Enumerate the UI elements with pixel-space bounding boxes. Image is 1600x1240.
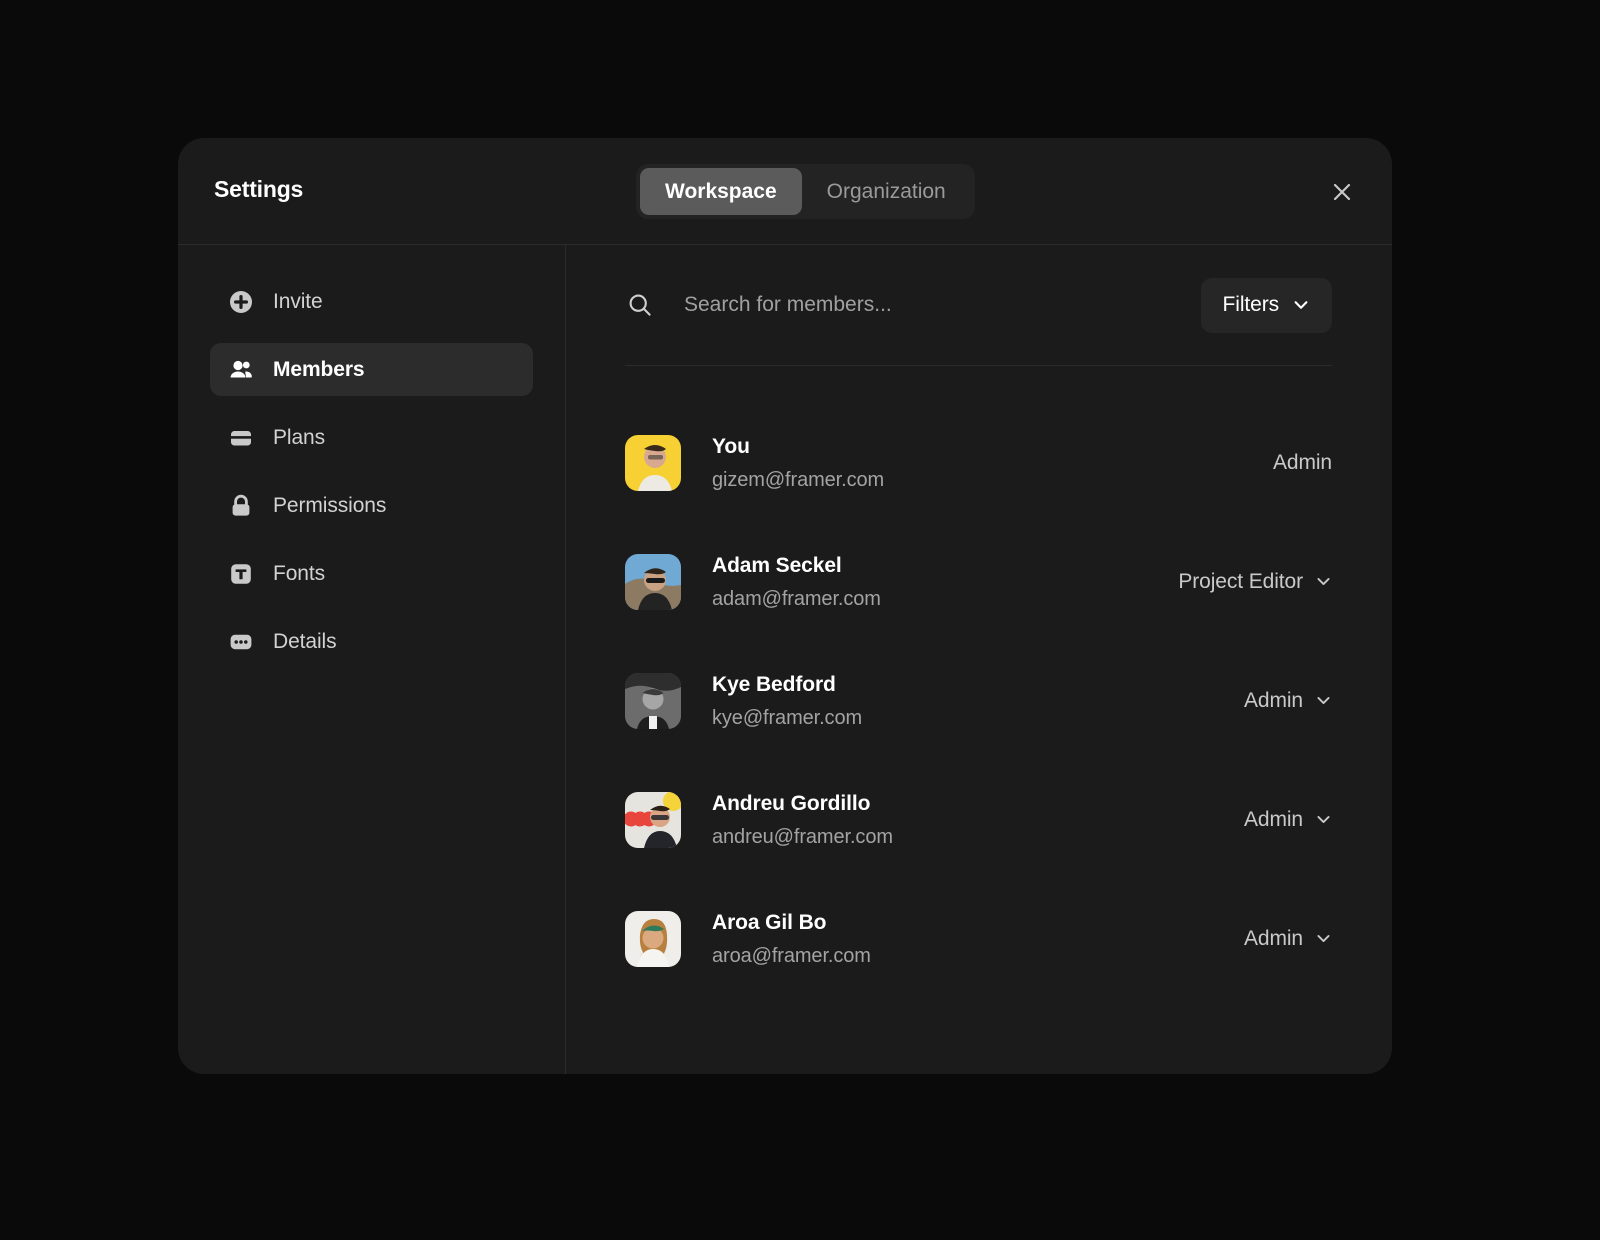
search-input[interactable] [684, 285, 1201, 325]
member-email: kye@framer.com [712, 706, 863, 729]
sidebar-item-plans[interactable]: Plans [210, 411, 533, 464]
role-label: Admin [1272, 450, 1332, 474]
member-info: You gizem@framer.com [712, 436, 1273, 490]
table-row[interactable]: You gizem@framer.com Admin [625, 403, 1332, 522]
fonts-icon [227, 560, 255, 588]
sidebar-item-label: Permissions [273, 493, 387, 517]
sidebar-item-label: Plans [273, 425, 326, 449]
role-dropdown[interactable]: Admin [1244, 808, 1332, 832]
settings-modal: Settings Workspace Organization Invite M… [178, 138, 1392, 1074]
sidebar-item-label: Details [273, 629, 337, 653]
sidebar-item-permissions[interactable]: Permissions [210, 479, 533, 532]
role-label: Admin [1243, 926, 1303, 950]
sidebar-item-label: Fonts [273, 561, 326, 585]
filters-label: Filters [1222, 293, 1280, 316]
role-value: Admin [1273, 451, 1332, 475]
sidebar-item-details[interactable]: Details [210, 615, 533, 668]
member-info: Kye Bedford kye@framer.com [712, 674, 1244, 728]
role-dropdown[interactable]: Project Editor [1178, 570, 1332, 594]
page-title: Settings [214, 176, 304, 202]
table-row[interactable]: Kye Bedford kye@framer.com Admin [625, 641, 1332, 760]
lock-icon [227, 492, 255, 520]
member-name: Aroa Gil Bo [712, 910, 827, 934]
sidebar-item-fonts[interactable]: Fonts [210, 547, 533, 600]
role-label: Admin [1243, 807, 1303, 831]
tab-workspace[interactable]: Workspace [640, 168, 802, 215]
table-row[interactable]: Andreu Gordillo andreu@framer.com Admin [625, 760, 1332, 879]
role-label: Project Editor [1178, 569, 1303, 593]
plus-circle-icon [227, 288, 255, 316]
member-email: adam@framer.com [712, 587, 881, 610]
search-row: Filters [625, 245, 1332, 366]
member-name: You [712, 434, 750, 458]
member-email: andreu@framer.com [712, 825, 893, 848]
modal-header: Settings Workspace Organization [178, 138, 1392, 245]
role-dropdown[interactable]: Admin [1244, 927, 1332, 951]
member-email: aroa@framer.com [712, 944, 871, 967]
chevron-down-icon [1292, 296, 1310, 314]
member-info: Adam Seckel adam@framer.com [712, 555, 1178, 609]
filters-button[interactable]: Filters [1200, 277, 1332, 333]
modal-body: Invite Members Plans Permissions Fonts D… [178, 245, 1392, 1074]
member-list: You gizem@framer.com Admin Adam Seckel a… [625, 366, 1332, 998]
sidebar-item-members[interactable]: Members [210, 343, 533, 396]
avatar [625, 553, 681, 610]
table-row[interactable]: Aroa Gil Bo aroa@framer.com Admin [625, 879, 1332, 998]
tab-organization[interactable]: Organization [802, 168, 971, 215]
sidebar-item-invite[interactable]: Invite [210, 275, 533, 328]
close-icon [1330, 180, 1354, 204]
avatar [625, 910, 681, 967]
members-icon [227, 356, 255, 384]
member-name: Kye Bedford [712, 672, 836, 696]
avatar [625, 434, 681, 491]
chevron-down-icon [1315, 930, 1332, 947]
close-button[interactable] [1322, 172, 1362, 212]
member-info: Andreu Gordillo andreu@framer.com [712, 793, 1244, 847]
search-icon [625, 290, 655, 320]
sidebar-item-label: Invite [273, 289, 323, 313]
screen: Settings Workspace Organization Invite M… [0, 0, 1600, 1240]
scope-tab-group: Workspace Organization [636, 164, 975, 219]
ellipsis-icon [227, 628, 255, 656]
member-info: Aroa Gil Bo aroa@framer.com [712, 912, 1244, 966]
avatar [625, 672, 681, 729]
member-name: Andreu Gordillo [712, 791, 871, 815]
settings-sidebar: Invite Members Plans Permissions Fonts D… [178, 245, 566, 1074]
chevron-down-icon [1315, 692, 1332, 709]
chevron-down-icon [1315, 573, 1332, 590]
avatar [625, 791, 681, 848]
members-panel: Filters [566, 245, 1392, 1074]
member-name: Adam Seckel [712, 553, 842, 577]
table-row[interactable]: Adam Seckel adam@framer.com Project Edit… [625, 522, 1332, 641]
card-icon [227, 424, 255, 452]
sidebar-item-label: Members [273, 357, 365, 381]
role-label: Admin [1243, 688, 1303, 712]
role-dropdown[interactable]: Admin [1244, 689, 1332, 713]
member-email: gizem@framer.com [712, 468, 885, 491]
chevron-down-icon [1315, 811, 1332, 828]
